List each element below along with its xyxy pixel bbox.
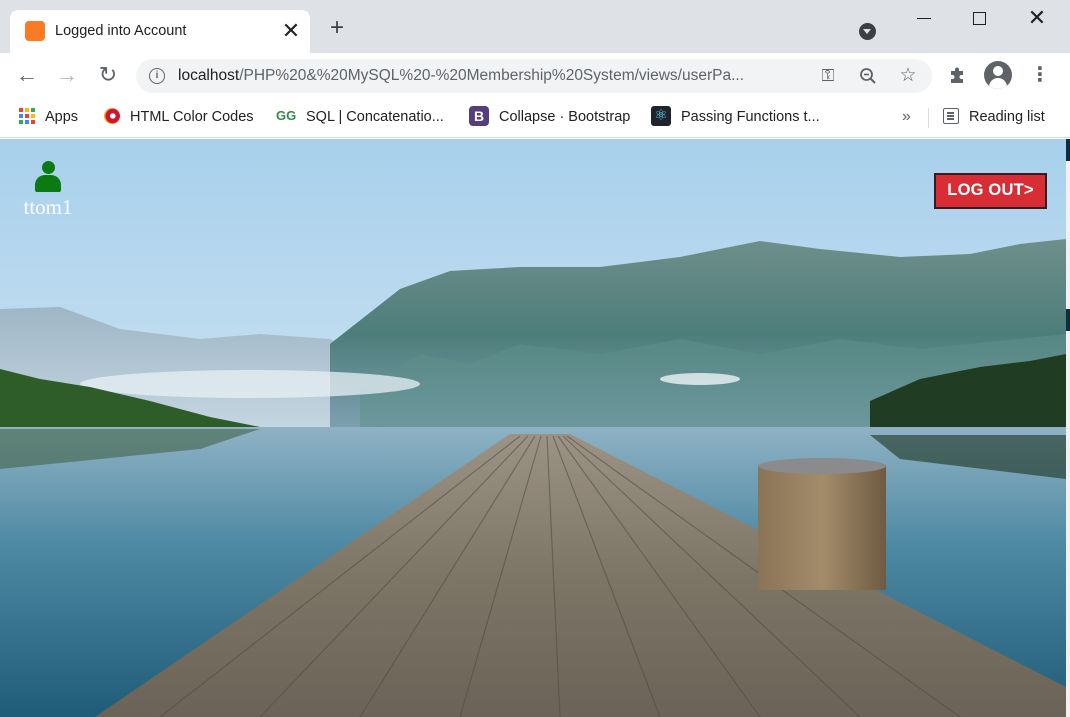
bookmarks-overflow-icon[interactable]: » (902, 106, 911, 128)
bookmark-label: Collapse · Bootstrap (499, 109, 631, 125)
minimize-button[interactable] (900, 7, 946, 31)
logout-button[interactable]: LOG OUT> (934, 173, 1047, 209)
username: ttom1 (23, 195, 73, 219)
url-host: localhost (178, 67, 240, 84)
bookmarks-bar: Apps HTML Color Codes GG SQL | Concatenat… (0, 98, 1070, 138)
url-path: /PHP%20&%20MySQL%20-%20Membership%20Syst… (239, 67, 745, 84)
back-icon[interactable]: ← (15, 63, 39, 87)
minimize-icon (917, 18, 931, 19)
tab-title: Logged into Account (55, 23, 187, 39)
tab-logged-into-account[interactable]: Logged into Account ✕ (10, 10, 310, 53)
tab-close-icon[interactable]: ✕ (280, 18, 302, 44)
adjacent-window-edge (1066, 139, 1070, 717)
bookmark-sql-concatenation[interactable]: GG SQL | Concatenatio... (276, 106, 444, 128)
bookmark-label: Passing Functions t... (681, 109, 820, 125)
star-icon[interactable]: ☆ (898, 66, 918, 86)
bookmark-label: Apps (45, 109, 79, 125)
window-close-button[interactable]: ✕ (1014, 7, 1060, 31)
profile-icon[interactable] (984, 61, 1012, 89)
apps-grid-icon (19, 108, 35, 125)
url-text[interactable]: localhost/PHP%20&%20MySQL%20-%20Membersh… (178, 67, 814, 85)
react-icon: ⚛ (651, 106, 671, 127)
address-bar[interactable]: i localhost/PHP%20&%20MySQL%20-%20Member… (136, 59, 932, 93)
xampp-favicon-icon (25, 21, 45, 41)
bookmarks-divider (928, 108, 929, 128)
user-profile: ttom1 (18, 161, 78, 218)
bookmark-apps[interactable]: Apps (19, 106, 78, 128)
new-tab-icon[interactable]: + (326, 16, 348, 40)
reload-icon[interactable]: ↻ (96, 63, 120, 87)
page-viewport: ttom1 LOG OUT> (0, 139, 1066, 717)
bookmark-label: SQL | Concatenatio... (306, 109, 444, 125)
maximize-button[interactable] (956, 7, 1002, 31)
forward-icon[interactable]: → (55, 63, 79, 87)
bookmark-label: HTML Color Codes (130, 109, 254, 125)
html-color-codes-icon (104, 108, 120, 125)
bootstrap-icon: B (469, 106, 489, 127)
bookmark-collapse-bootstrap[interactable]: B Collapse · Bootstrap (469, 106, 630, 128)
key-icon[interactable]: ⚿ (818, 66, 838, 86)
zoom-icon[interactable] (858, 66, 878, 86)
tab-strip: Logged into Account ✕ + ✕ (0, 0, 1070, 53)
browser-toolbar: ← → ↻ i localhost/PHP%20&%20MySQL%20-%20… (0, 53, 1070, 98)
site-info-icon[interactable]: i (149, 68, 165, 84)
more-vert-icon[interactable]: ⋮ (1030, 65, 1050, 85)
geeksforgeeks-icon: GG (276, 108, 297, 124)
reading-list-icon (943, 108, 959, 125)
tab-search-icon[interactable] (859, 23, 876, 40)
maximize-icon (973, 12, 986, 25)
user-icon (34, 161, 62, 193)
background-image (0, 139, 1066, 717)
puzzle-icon[interactable] (948, 65, 968, 85)
reading-list-button[interactable]: Reading list (943, 106, 1045, 128)
bookmark-html-color-codes[interactable]: HTML Color Codes (104, 106, 254, 128)
reading-list-label: Reading list (969, 109, 1045, 125)
bookmark-passing-functions[interactable]: ⚛ Passing Functions t... (651, 106, 820, 128)
